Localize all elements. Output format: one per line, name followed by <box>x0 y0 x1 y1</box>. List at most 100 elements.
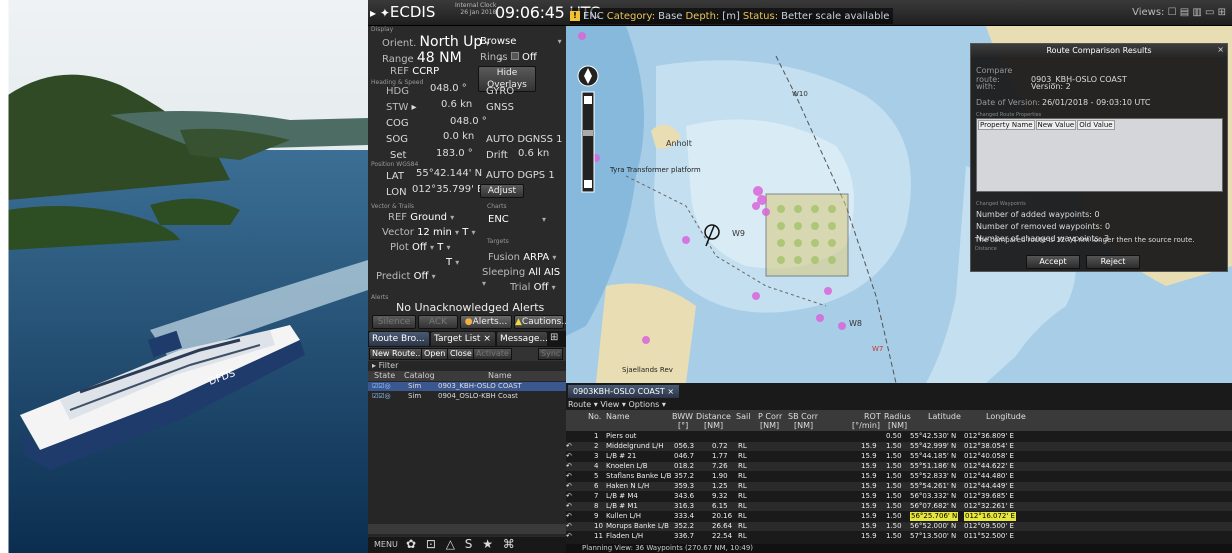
silence-button[interactable]: Silence <box>372 315 416 329</box>
vector-t-value[interactable]: T <box>462 227 468 238</box>
table-row[interactable]: 3 L/B # 21 046.7 1.77 RL ↶ 15.9 1.50 55°44.185'… <box>566 452 1232 461</box>
chevron-down-icon[interactable]: ▾ <box>450 213 454 222</box>
open-button[interactable]: Open <box>421 348 449 360</box>
vector-value[interactable]: 12 min <box>417 227 452 238</box>
chevron-down-icon[interactable]: ▾ <box>447 243 451 252</box>
col-old-value[interactable]: Old Value <box>1077 120 1115 130</box>
list-item[interactable]: ☑☑◎ Sim 0904_OSLO-KBH Coast <box>368 392 566 401</box>
lat-source[interactable]: AUTO DGPS 1 <box>486 170 555 181</box>
adjust-button[interactable]: Adjust <box>480 184 524 198</box>
col-catalog[interactable]: Catalog <box>404 371 435 380</box>
accept-button[interactable]: Accept <box>1026 255 1080 269</box>
table-row[interactable]: 6 Haken N L/H 359.3 1.25 RL ↶ 15.9 1.50 55°54.2… <box>566 482 1232 491</box>
chevron-down-icon[interactable]: ▾ <box>455 228 459 237</box>
table-row[interactable]: 7 L/B # M4 343.6 9.32 RL ↶ 15.9 1.50 56°03.332'… <box>566 492 1232 501</box>
menu-arrow-icon[interactable]: ▸ ✦ <box>370 6 390 20</box>
table-row[interactable]: 9 Kullen L/H 333.4 20.16 RL ↶ 15.9 1.50 56°25.7… <box>566 512 1232 521</box>
col-bww[interactable]: BWW <box>672 412 693 421</box>
charts-value[interactable]: ENC <box>488 214 509 225</box>
menu-view[interactable]: View <box>600 400 619 409</box>
tab-messages[interactable]: Message... × <box>497 332 548 358</box>
vector-section: Vector & Trails <box>371 203 414 210</box>
col-rot[interactable]: ROT <box>864 412 881 421</box>
col-longitude[interactable]: Longitude <box>986 412 1026 421</box>
charts-select[interactable]: ENC ▾ <box>488 214 546 225</box>
table-row[interactable]: 1 Piers out 0.50 55°42.530' N 012°36.809' E <box>566 432 1232 441</box>
list-item[interactable]: ☑☑◎ Sim 0903_KBH-OSLO COAST <box>368 382 566 391</box>
ref-value[interactable]: CCRP <box>412 66 439 77</box>
sog-source[interactable]: AUTO DGNSS 1 <box>486 134 562 145</box>
fusion-value[interactable]: ARPA <box>523 252 549 263</box>
chevron-down-icon[interactable]: ▾ <box>482 279 486 288</box>
col-latitude[interactable]: Latitude <box>928 412 961 421</box>
plot-value[interactable]: Off <box>412 242 427 253</box>
col-sbcorr[interactable]: SB Corr <box>788 412 818 421</box>
changed-properties-table[interactable]: Property Name New Value Old Value <box>976 118 1223 192</box>
table-cell-no: 3 <box>594 452 599 460</box>
menu-options[interactable]: Options <box>628 400 659 409</box>
browse-select[interactable]: Browse ▾ <box>480 36 562 47</box>
col-pcorr[interactable]: P Corr <box>758 412 782 421</box>
ack-button[interactable]: ACK <box>418 315 458 329</box>
col-name[interactable]: Name <box>488 371 512 380</box>
vector-ref-value[interactable]: Ground <box>410 212 447 223</box>
orient-value[interactable]: North Up <box>420 34 483 50</box>
rings-checkbox[interactable] <box>510 52 519 60</box>
table-row[interactable]: 8 L/B # M1 316.3 6.15 RL ↶ 15.9 1.50 56°07.682'… <box>566 502 1232 511</box>
predict-value[interactable]: Off <box>414 271 429 282</box>
view-layout-icons[interactable]: ☐ ▤ ▥ ▭ ⊞ <box>1168 7 1226 18</box>
col-radius[interactable]: Radius <box>884 412 911 421</box>
grid-menu-icon[interactable]: ⊞ <box>550 332 558 343</box>
close-icon[interactable]: × <box>483 334 491 344</box>
close-icon[interactable]: × <box>1217 45 1224 54</box>
tab-target-list[interactable]: Target List × <box>431 332 495 346</box>
alerts-button[interactable]: ●Alerts... <box>460 315 512 329</box>
chevron-down-icon[interactable]: ▾ <box>552 253 556 262</box>
plot-t-value[interactable]: T <box>437 242 443 253</box>
col-state[interactable]: State <box>374 371 395 380</box>
menu-route[interactable]: Route <box>568 400 591 409</box>
sync-button[interactable]: Sync <box>538 348 564 360</box>
new-route-button[interactable]: New Route... <box>369 348 426 360</box>
browse-value[interactable]: Browse <box>480 36 516 47</box>
chevron-down-icon[interactable]: ▾ <box>558 37 562 46</box>
chevron-down-icon[interactable]: ▾ <box>542 215 546 224</box>
table-row[interactable]: 10 Morups Banke L/B 352.2 26.64 RL ↶ 15.9 1.50… <box>566 522 1232 531</box>
col-property-name[interactable]: Property Name <box>978 120 1035 130</box>
views-control[interactable]: Views: ☐ ▤ ▥ ▭ ⊞ <box>1132 7 1226 18</box>
chevron-down-icon[interactable]: ▾ <box>432 272 436 281</box>
table-row[interactable]: 4 Knoelen L/B 018.2 7.26 RL ↶ 15.9 1.50 55°51.1… <box>566 462 1232 471</box>
table-row[interactable]: 11 Fladen L/H 336.7 22.54 RL ↶ 15.9 1.50 57°13.… <box>566 532 1232 541</box>
t2-value[interactable]: T <box>446 257 452 268</box>
close-button[interactable]: Close <box>447 348 475 360</box>
close-icon[interactable]: × <box>667 387 674 396</box>
cautions-button[interactable]: ▲Cautions... <box>514 315 570 329</box>
menu-button[interactable]: MENU <box>374 540 398 549</box>
reject-button[interactable]: Reject <box>1086 255 1140 269</box>
col-no[interactable]: No. <box>588 412 601 421</box>
range-value[interactable]: 48 NM <box>417 50 462 66</box>
col-distance[interactable]: Distance <box>696 412 731 421</box>
filter-toggle[interactable]: ▸ Filter <box>372 361 398 370</box>
col-new-value[interactable]: New Value <box>1035 120 1077 130</box>
chevron-down-icon[interactable]: ▾ <box>430 243 434 252</box>
hdg-source[interactable]: GYRO <box>486 86 514 97</box>
horizontal-scrollbar[interactable] <box>368 524 566 534</box>
sleeping-value[interactable]: All AIS <box>528 267 560 278</box>
col-sail[interactable]: Sail <box>736 412 750 421</box>
trial-value[interactable]: Off <box>534 282 549 293</box>
tab-route-browser[interactable]: Route Bro... × <box>369 332 429 358</box>
tab-route-table[interactable]: 0903KBH-OSLO COAST × <box>568 385 680 398</box>
col-name[interactable]: Name <box>606 412 630 421</box>
chevron-down-icon[interactable]: ▾ <box>472 228 476 237</box>
table-row[interactable]: 2 Middelgrund L/H 056.3 0.72 RL ↶ 15.9 1.50 55°… <box>566 442 1232 451</box>
stw-source[interactable]: GNSS <box>486 102 514 113</box>
table-cell-bww: 316.3 <box>674 502 695 510</box>
bottom-tool-icons[interactable]: ✿ ⊡ △ S ★ ⌘ <box>406 537 518 551</box>
chevron-down-icon[interactable]: ▾ <box>455 258 459 267</box>
table-row[interactable]: 5 Staflans Banke L/B 357.2 1.90 RL ↶ 15.9 1.50… <box>566 472 1232 481</box>
chevron-down-icon[interactable]: ▾ <box>552 283 556 292</box>
zoom-slider[interactable] <box>581 91 595 193</box>
activate-button[interactable]: Activate <box>473 348 512 360</box>
compass-control-icon[interactable] <box>577 65 599 87</box>
